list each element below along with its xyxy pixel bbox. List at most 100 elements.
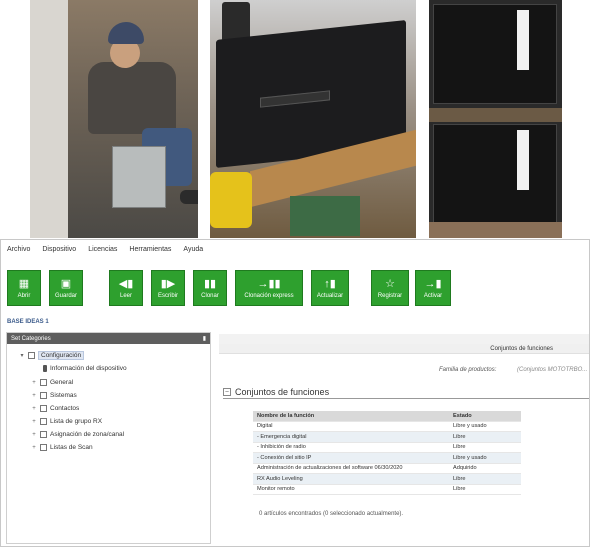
tree-node-general[interactable]: + General	[31, 379, 73, 386]
floor	[429, 222, 562, 238]
clone-button-label: Clonar	[201, 292, 219, 299]
section-header-feature-sets[interactable]: – Conjuntos de funciones	[223, 385, 589, 399]
menu-archivo[interactable]: Archivo	[7, 246, 30, 253]
table-row[interactable]: - Emergencia digital Libre	[253, 432, 521, 443]
table-row[interactable]: Digital Libre y usado	[253, 422, 521, 432]
express-clone-button-label: Clonación express	[244, 292, 294, 299]
table-row[interactable]: - Conexión del sitio IP Libre y usado	[253, 453, 521, 464]
read-button-label: Leer	[119, 292, 132, 299]
repeater-label-bottom	[517, 130, 529, 190]
cell-status: Libre y usado	[453, 423, 487, 430]
product-family-value: (Conjuntos MOTOTRBO...	[517, 367, 588, 373]
cell-feature-name: - Conexión del sitio IP	[257, 454, 312, 461]
photo-radio-repeaters	[429, 0, 562, 238]
expand-icon[interactable]: +	[31, 406, 37, 412]
repeater-unit-top	[433, 4, 557, 104]
folder-icon	[40, 444, 47, 451]
menu-dispositivo[interactable]: Dispositivo	[42, 246, 76, 253]
product-family-label: Familia de productos:	[439, 367, 497, 373]
table-row[interactable]: Monitor remoto Libre	[253, 485, 521, 495]
activate-button[interactable]: →▮ Activar	[415, 270, 451, 306]
tree-label-configuracion: Configuración	[38, 351, 85, 360]
tree-node-rx-group-list[interactable]: + Lista de grupo RX	[31, 418, 102, 425]
cell-status: Libre	[453, 444, 466, 451]
expand-icon[interactable]: +	[31, 445, 37, 451]
tree-node-sistemas[interactable]: + Sistemas	[31, 392, 77, 399]
tree-node-zone-channel[interactable]: + Asignación de zona/canal	[31, 431, 124, 438]
tab-feature-sets[interactable]: Conjuntos de funciones	[219, 344, 589, 354]
toolbar: ▦ Abrir ▣ Guardar ◀▮ Leer ▮▶ Escribir ▮▮…	[1, 270, 589, 310]
express-clone-button[interactable]: →▮▮ Clonación express	[235, 270, 303, 306]
feature-sets-table: Nombre de la función Estado Digital Libr…	[253, 411, 521, 495]
cps-application-window: Archivo Dispositivo Licencias Herramient…	[0, 239, 590, 547]
panel-pin-icon[interactable]: ▮	[203, 335, 206, 342]
write-icon: ▮▶	[160, 277, 176, 290]
activate-button-label: Activar	[423, 292, 443, 299]
cell-status: Libre	[453, 475, 466, 482]
collapse-icon[interactable]: ▾	[19, 352, 25, 359]
register-star-icon: ☆	[385, 277, 395, 290]
express-clone-icon: →▮▮	[257, 277, 281, 290]
clone-icon: ▮▮	[203, 277, 217, 290]
expand-icon[interactable]: +	[31, 393, 37, 399]
column-header-feature-name[interactable]: Nombre de la función	[253, 413, 447, 419]
open-button[interactable]: ▦ Abrir	[7, 270, 41, 306]
clone-button[interactable]: ▮▮ Clonar	[193, 270, 227, 306]
folder-icon	[28, 352, 35, 359]
power-drill	[210, 172, 252, 228]
table-row[interactable]: - Inhibición de radio Libre	[253, 443, 521, 453]
read-button[interactable]: ◀▮ Leer	[109, 270, 143, 306]
category-tree-panel: Set Categories ▮ ▾ Configuración Informa…	[6, 332, 211, 544]
tree-label-scan-lists: Listas de Scan	[50, 444, 93, 451]
expand-icon[interactable]: +	[31, 419, 37, 425]
tree-node-configuracion[interactable]: ▾ Configuración	[19, 351, 85, 360]
write-button-label: Escribir	[157, 292, 178, 299]
save-button-label: Guardar	[54, 292, 77, 299]
write-button[interactable]: ▮▶ Escribir	[151, 270, 185, 306]
tree-node-contactos[interactable]: + Contactos	[31, 405, 79, 412]
tree-label-sistemas: Sistemas	[50, 392, 77, 399]
section-title: Conjuntos de funciones	[235, 386, 330, 397]
radio-device-icon	[43, 365, 47, 372]
repeater-unit-bottom	[433, 124, 557, 224]
repeater-rack-rail	[429, 108, 562, 122]
update-button[interactable]: ↑▮ Actualizar	[311, 270, 349, 306]
cell-feature-name: - Inhibición de radio	[257, 444, 306, 451]
expand-icon[interactable]: +	[31, 380, 37, 386]
tree-label-zone-channel: Asignación de zona/canal	[50, 431, 125, 438]
technician-cap	[108, 22, 144, 44]
technician-shoe	[180, 190, 198, 204]
menu-licencias[interactable]: Licencias	[88, 246, 117, 253]
tree-label-contactos: Contactos	[50, 405, 80, 412]
save-button[interactable]: ▣ Guardar	[49, 270, 83, 306]
folder-icon	[40, 431, 47, 438]
table-row[interactable]: RX Audio Leveling Libre	[253, 474, 521, 485]
expand-icon[interactable]: +	[31, 432, 37, 438]
register-button[interactable]: ☆ Registrar	[371, 270, 409, 306]
base-label: BASE IDEAS 1	[7, 319, 49, 325]
menu-herramientas[interactable]: Herramientas	[129, 246, 171, 253]
update-icon: ↑▮	[324, 277, 336, 290]
shelter-wall	[30, 0, 68, 238]
photo-technician-in-shelter	[30, 0, 198, 238]
tree-node-device-info[interactable]: Información del dispositivo	[43, 365, 127, 372]
tree-node-scan-lists[interactable]: + Listas de Scan	[31, 444, 93, 451]
column-header-status[interactable]: Estado	[447, 413, 521, 419]
menu-bar: Archivo Dispositivo Licencias Herramient…	[1, 240, 589, 258]
tree-label-general: General	[50, 379, 74, 386]
menu-ayuda[interactable]: Ayuda	[183, 246, 203, 253]
register-button-label: Registrar	[377, 292, 403, 299]
cell-status: Adquirido	[453, 465, 477, 472]
cell-status: Libre	[453, 486, 466, 493]
cell-feature-name: Monitor remoto	[257, 486, 295, 493]
items-found-status: 0 artículos encontrados (0 seleccionado …	[259, 511, 404, 517]
table-row[interactable]: Administración de actualizaciones del so…	[253, 464, 521, 474]
cell-status: Libre	[453, 433, 466, 440]
open-folder-icon: ▦	[18, 277, 30, 290]
technician-body	[88, 62, 176, 134]
equipment-box	[112, 146, 166, 208]
table-header-row: Nombre de la función Estado	[253, 411, 521, 422]
collapse-section-icon[interactable]: –	[223, 387, 231, 396]
activate-icon: →▮	[424, 277, 442, 290]
tree-label-rx-group-list: Lista de grupo RX	[50, 418, 103, 425]
